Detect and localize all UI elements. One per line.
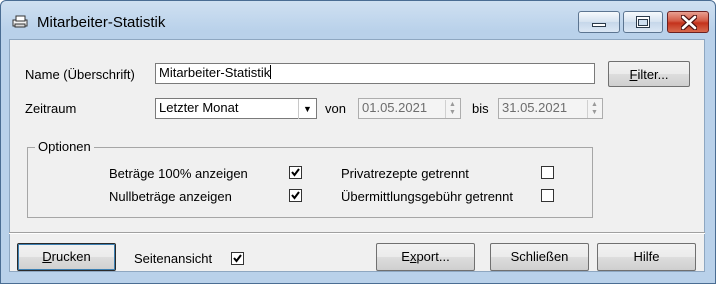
period-select-value: Letzter Monat bbox=[159, 100, 239, 115]
options-group-label: Optionen bbox=[35, 139, 94, 154]
period-label: Zeitraum bbox=[25, 101, 77, 116]
from-label: von bbox=[325, 101, 346, 116]
close-button[interactable]: Schließen bbox=[490, 243, 589, 271]
name-label: Name (Überschrift) bbox=[25, 67, 135, 82]
maximize-icon bbox=[636, 16, 650, 28]
window-title: Mitarbeiter-Statistik bbox=[37, 14, 166, 31]
filter-button[interactable]: Filter... bbox=[608, 61, 690, 87]
to-date-spinner[interactable]: ▲ ▼ bbox=[587, 100, 601, 118]
print-button[interactable]: Drucken bbox=[17, 243, 116, 271]
chevron-down-icon[interactable]: ▼ bbox=[298, 99, 316, 119]
app-icon bbox=[12, 15, 28, 28]
minimize-button[interactable] bbox=[578, 11, 620, 33]
to-date-field[interactable]: 31.05.2021 ▲ ▼ bbox=[498, 98, 603, 119]
to-label: bis bbox=[472, 101, 489, 116]
print-button-accelerator: D bbox=[42, 249, 52, 264]
close-window-button[interactable] bbox=[667, 11, 709, 33]
close-icon bbox=[681, 15, 697, 30]
export-button-suffix: port... bbox=[416, 249, 450, 264]
spin-down-icon[interactable]: ▼ bbox=[449, 109, 456, 116]
maximize-button[interactable] bbox=[623, 11, 663, 33]
option-label-transmission-fee: Übermittlungsgebühr getrennt bbox=[341, 189, 513, 204]
from-date-field[interactable]: 01.05.2021 ▲ ▼ bbox=[358, 98, 461, 119]
print-button-label: rucken bbox=[51, 249, 91, 264]
option-label-zero-amounts: Nullbeträge anzeigen bbox=[109, 189, 232, 204]
from-date-value: 01.05.2021 bbox=[362, 100, 428, 115]
checkbox-private-prescriptions[interactable] bbox=[541, 166, 554, 179]
dialog-window: Mitarbeiter-Statistik Name (Überschrift)… bbox=[0, 0, 716, 284]
spin-down-icon[interactable]: ▼ bbox=[591, 109, 598, 116]
options-groupbox bbox=[27, 147, 593, 218]
period-select[interactable]: Letzter Monat ▼ bbox=[155, 98, 317, 119]
help-button[interactable]: Hilfe bbox=[597, 243, 696, 271]
checkbox-page-preview[interactable] bbox=[231, 252, 244, 265]
filter-button-label: ilter... bbox=[637, 67, 669, 82]
name-input-value: Mitarbeiter-Statistik bbox=[159, 65, 271, 80]
from-date-spinner[interactable]: ▲ ▼ bbox=[445, 100, 459, 118]
checkmark-icon bbox=[291, 191, 300, 200]
to-date-value: 31.05.2021 bbox=[502, 100, 568, 115]
name-input[interactable]: Mitarbeiter-Statistik bbox=[155, 63, 595, 84]
text-cursor bbox=[270, 65, 272, 79]
checkmark-icon bbox=[233, 254, 242, 263]
export-button[interactable]: Export... bbox=[376, 243, 475, 271]
export-button-prefix: E bbox=[401, 249, 410, 264]
checkbox-transmission-fee[interactable] bbox=[541, 189, 554, 202]
checkmark-icon bbox=[291, 168, 300, 177]
checkbox-amount-100[interactable] bbox=[289, 166, 302, 179]
option-label-private-prescriptions: Privatrezepte getrennt bbox=[341, 166, 469, 181]
spin-up-icon[interactable]: ▲ bbox=[591, 101, 598, 108]
checkbox-zero-amounts[interactable] bbox=[289, 189, 302, 202]
spin-up-icon[interactable]: ▲ bbox=[449, 101, 456, 108]
footer-divider bbox=[9, 232, 705, 234]
title-bar[interactable]: Mitarbeiter-Statistik bbox=[1, 1, 715, 39]
page-preview-label: Seitenansicht bbox=[134, 251, 213, 266]
minimize-icon bbox=[592, 23, 606, 27]
option-label-amount-100: Beträge 100% anzeigen bbox=[109, 166, 248, 181]
